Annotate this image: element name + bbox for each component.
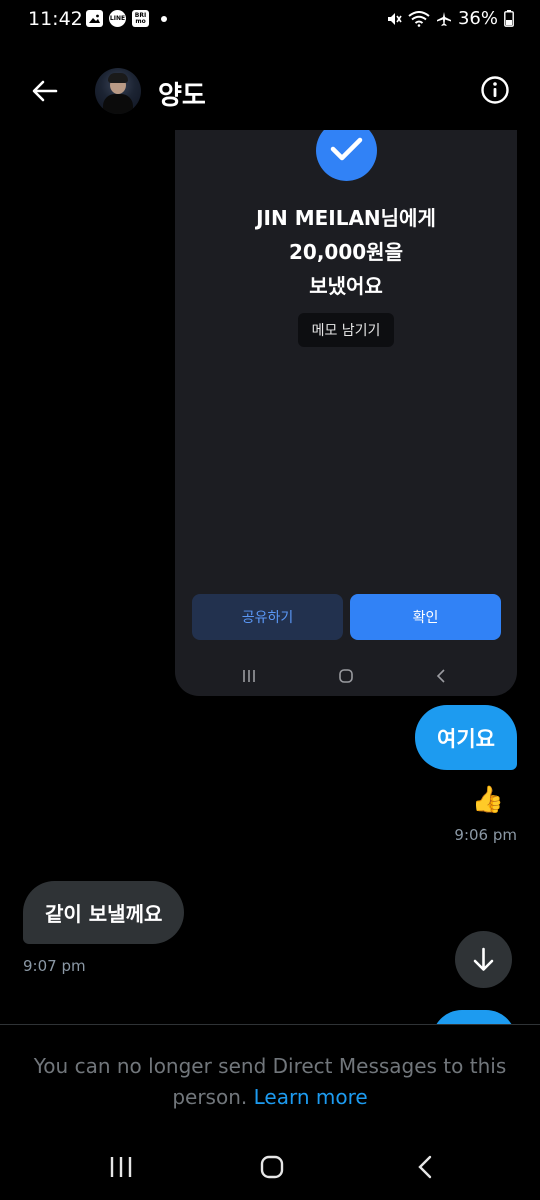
screenshot-nav-bar [175, 662, 517, 690]
line-icon: LINE [109, 10, 126, 27]
received-timestamp: 9:07 pm [23, 957, 86, 975]
contact-name[interactable]: 양도 [158, 75, 206, 112]
arrow-down-icon [473, 947, 494, 971]
wifi-icon [408, 10, 430, 27]
conversation-header: 양도 [0, 60, 540, 124]
dm-disabled-notice: You can no longer send Direct Messages t… [0, 1024, 540, 1136]
mute-icon [387, 12, 402, 25]
notification-icons: LINE BRI mo [86, 10, 167, 27]
transfer-amount-text: 20,000원을 [289, 240, 403, 264]
confirm-button: 확인 [350, 594, 501, 640]
sent-timestamp: 9:06 pm [454, 826, 517, 844]
avatar[interactable] [95, 68, 141, 114]
learn-more-link[interactable]: Learn more [254, 1085, 368, 1109]
memo-button: 메모 남기기 [298, 313, 394, 347]
info-button[interactable] [480, 75, 510, 105]
success-check-icon [316, 130, 377, 181]
thumbs-up-reaction-icon[interactable]: 👍 [472, 785, 504, 815]
system-nav-bar [0, 1140, 540, 1200]
received-message-bubble[interactable]: 같이 보낼께요 [23, 881, 185, 944]
scroll-to-bottom-button[interactable] [455, 931, 512, 988]
transfer-status-text: 보냈어요 [309, 274, 383, 298]
home-icon[interactable] [260, 1155, 284, 1179]
system-status: 36% [386, 8, 514, 29]
recent-apps-icon[interactable] [110, 1157, 132, 1177]
sent-message-bubble[interactable]: 여기요 [415, 705, 517, 770]
airplane-icon [436, 11, 451, 26]
gallery-icon [86, 10, 103, 27]
share-button: 공유하기 [192, 594, 343, 640]
back-button[interactable] [28, 74, 62, 108]
info-icon [481, 76, 509, 104]
back-nav-icon[interactable] [418, 1155, 432, 1179]
more-notifications-dot [161, 15, 167, 22]
arrow-left-icon [32, 80, 58, 102]
transfer-recipient-text: JIN MEILAN님에게 [256, 206, 436, 230]
brimo-icon: BRI mo [132, 10, 149, 27]
battery-percent: 36% [457, 8, 498, 29]
shared-screenshot-image[interactable]: JIN MEILAN님에게 20,000원을 보냈어요 메모 남기기 공유하기 … [175, 130, 517, 696]
battery-icon [504, 10, 514, 27]
status-time: 11:42 [28, 8, 83, 30]
status-bar: 11:42 LINE BRI mo 36% [0, 0, 540, 40]
